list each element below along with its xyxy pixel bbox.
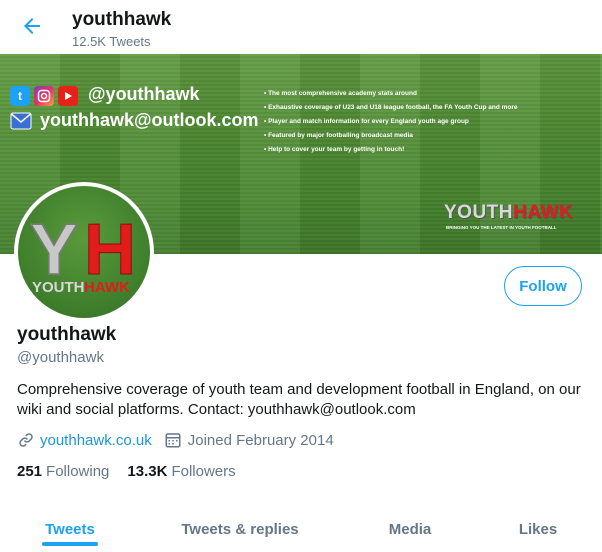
- avatar[interactable]: Y H YOUTH HAWK: [14, 182, 154, 322]
- avatar-letter-y: Y: [30, 210, 78, 290]
- banner-logo-left: YOUTH: [444, 202, 513, 223]
- joined-date: Joined February 2014: [187, 431, 334, 449]
- followers-count: 13.3K: [127, 463, 168, 480]
- profile-meta: youthhawk.co.uk Joined February 2014: [17, 431, 334, 449]
- banner-bullet: • Player and match information for every…: [264, 118, 469, 125]
- profile-bio: Comprehensive coverage of youth team and…: [17, 381, 581, 418]
- header-title: youthhawk: [72, 9, 172, 30]
- profile-name: youthhawk: [17, 324, 117, 345]
- avatar-letter-h: H: [84, 210, 136, 290]
- banner-bullet: • The most comprehensive academy stats a…: [264, 90, 417, 97]
- avatar-image: Y H YOUTH HAWK: [18, 186, 150, 318]
- avatar-word-left: YOUTH: [32, 279, 85, 296]
- back-arrow-icon[interactable]: [20, 14, 44, 38]
- active-tab-indicator: [42, 542, 98, 546]
- followers-link[interactable]: 13.3K Followers: [127, 463, 235, 480]
- following-count: 251: [17, 463, 43, 480]
- profile-stats: 251 Following 13.3K Followers: [17, 463, 254, 480]
- banner-logo: YOUTHHAWK: [444, 202, 573, 224]
- profile-handle: @youthhawk: [17, 349, 104, 366]
- banner-logo-right: HAWK: [513, 202, 574, 223]
- banner-email: youthhawk@outlook.com: [40, 110, 259, 130]
- banner-social-icons: t: [10, 86, 78, 106]
- top-bar: youthhawk 12.5K Tweets: [0, 0, 602, 52]
- banner-bullet-list: • The most comprehensive academy stats a…: [264, 87, 518, 157]
- calendar-icon: [165, 433, 181, 448]
- header-tweet-count: 12.5K Tweets: [72, 34, 151, 49]
- email-icon: [10, 112, 32, 130]
- following-link[interactable]: 251 Following: [17, 463, 109, 480]
- banner-bullet: • Help to cover your team by getting in …: [264, 146, 405, 153]
- link-icon: [19, 433, 33, 447]
- follow-button[interactable]: Follow: [504, 266, 582, 306]
- banner-bullet: • Featured by major footballing broadcas…: [264, 132, 413, 139]
- instagram-icon: [34, 86, 54, 106]
- website-link[interactable]: youthhawk.co.uk: [40, 432, 152, 449]
- tab-media[interactable]: Media: [350, 506, 470, 552]
- youthhawk-logo-icon: Y H YOUTH HAWK: [29, 209, 136, 296]
- banner-tagline: BRINGING YOU THE LATEST IN YOUTH FOOTBAL…: [446, 225, 557, 230]
- youtube-icon: [58, 86, 78, 106]
- following-label: Following: [46, 463, 110, 480]
- twitter-icon: t: [10, 86, 30, 106]
- followers-label: Followers: [171, 463, 236, 480]
- avatar-word-right: HAWK: [84, 279, 130, 296]
- tab-tweets-and-replies[interactable]: Tweets & replies: [150, 506, 330, 552]
- banner-handle: @youthhawk: [88, 84, 200, 104]
- banner-bullet: • Exhaustive coverage of U23 and U18 lea…: [264, 104, 518, 111]
- tab-likes[interactable]: Likes: [488, 506, 588, 552]
